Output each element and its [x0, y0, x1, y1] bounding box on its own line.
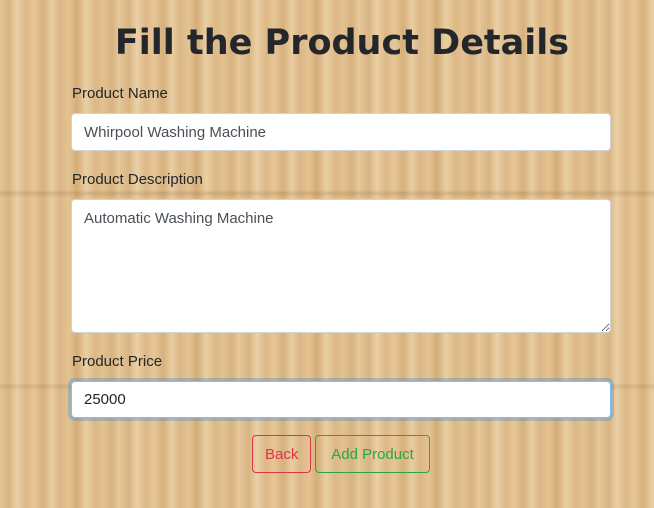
product-name-input[interactable] — [71, 113, 611, 151]
product-description-label: Product Description — [72, 171, 203, 188]
back-button[interactable]: Back — [252, 435, 311, 473]
product-name-label: Product Name — [72, 85, 168, 102]
page-title: Fill the Product Details — [114, 23, 570, 63]
product-price-label: Product Price — [72, 353, 163, 370]
product-price-input[interactable] — [71, 381, 611, 418]
add-product-button[interactable]: Add Product — [315, 435, 430, 473]
product-description-textarea[interactable]: Automatic Washing Machine — [71, 199, 611, 333]
